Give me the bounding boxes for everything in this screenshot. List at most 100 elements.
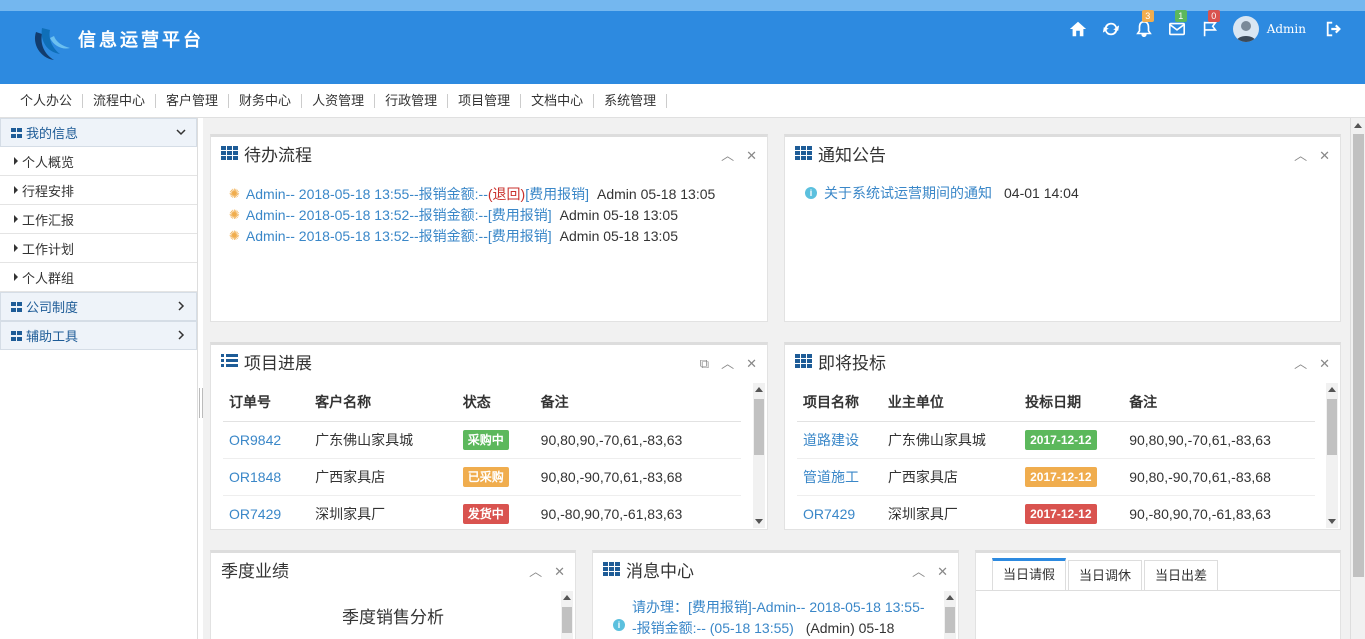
bell-icon[interactable]: 3: [1133, 10, 1155, 40]
order-link[interactable]: OR7429: [229, 506, 281, 522]
column-header: 备注: [534, 383, 741, 422]
close-icon[interactable]: ✕: [746, 357, 757, 370]
nav-item[interactable]: 文档中心: [521, 93, 595, 108]
collapse-icon[interactable]: ︿: [721, 357, 734, 370]
scroll-down-icon[interactable]: [755, 519, 763, 524]
message-panel-header: 消息中心 ︿ ✕: [593, 553, 958, 585]
external-link-icon[interactable]: ⧉: [700, 357, 709, 370]
notice-time: 04-01 14:04: [1004, 185, 1079, 201]
note-cell: 90,80,90,-70,61,-83,63: [1123, 421, 1315, 459]
sidebar-item[interactable]: 工作计划: [0, 234, 197, 263]
flag-badge: 0: [1207, 10, 1220, 22]
scroll-thumb[interactable]: [1327, 399, 1337, 455]
sidebar-group-my-info[interactable]: 我的信息: [0, 118, 197, 147]
sidebar-item[interactable]: 个人概览: [0, 147, 197, 176]
todo-link[interactable]: Admin-- 2018-05-18 13:52--报销金额:--: [246, 226, 488, 246]
message-link[interactable]: 请办理：[费用报销]-Admin-- 2018-05-18 13:55-: [632, 597, 925, 618]
todo-link[interactable]: Admin-- 2018-05-18 13:55--报销金额:--: [246, 184, 488, 204]
nav-item[interactable]: 个人办公: [10, 93, 84, 108]
nav-item[interactable]: 流程中心: [83, 93, 157, 108]
tab-comp-off[interactable]: 当日调休: [1068, 560, 1143, 590]
client-cell: 广西家具店: [309, 458, 457, 496]
scroll-up-icon[interactable]: [1328, 387, 1336, 392]
scroll-up-icon[interactable]: [946, 595, 954, 600]
user-name[interactable]: Admin: [1267, 22, 1306, 36]
note-cell: 90,-80,90,70,-61,83,63: [534, 495, 741, 529]
collapse-icon[interactable]: ︿: [721, 149, 734, 162]
scroll-thumb[interactable]: [562, 607, 572, 633]
collapse-icon[interactable]: ︿: [912, 565, 925, 578]
scroll-up-icon[interactable]: [1354, 123, 1362, 128]
message-scrollbar[interactable]: [944, 591, 956, 639]
quarter-scrollbar[interactable]: [561, 591, 573, 639]
page-scrollbar[interactable]: [1350, 118, 1365, 639]
list-item[interactable]: ✺ Admin-- 2018-05-18 13:52--报销金额:-- [费用报…: [229, 225, 767, 246]
project-link[interactable]: 道路建设: [803, 432, 859, 448]
tab-business-trip[interactable]: 当日出差: [1144, 560, 1219, 590]
close-icon[interactable]: ✕: [746, 149, 757, 162]
home-icon[interactable]: [1067, 18, 1089, 40]
panel-title: 待办流程: [244, 145, 312, 165]
close-icon[interactable]: ✕: [1319, 149, 1330, 162]
project-link[interactable]: OR7429: [803, 506, 855, 522]
sidebar-item[interactable]: 个人群组: [0, 263, 197, 292]
nav-item[interactable]: 系统管理: [594, 93, 668, 108]
sun-icon: ✺: [229, 227, 240, 243]
client-cell: 广东佛山家具城: [309, 421, 457, 459]
tab-leave[interactable]: 当日请假: [992, 558, 1067, 590]
scroll-down-icon[interactable]: [1328, 519, 1336, 524]
user-avatar[interactable]: [1232, 16, 1259, 42]
sidebar-item-label: 行程安排: [22, 183, 75, 199]
project-link[interactable]: 管道施工: [803, 469, 859, 485]
list-item[interactable]: ✺ Admin-- 2018-05-18 13:52--报销金额:-- [费用报…: [229, 204, 767, 225]
sidebar-item[interactable]: 工作汇报: [0, 205, 197, 234]
bidding-scrollbar[interactable]: [1326, 383, 1338, 528]
close-icon[interactable]: ✕: [554, 565, 565, 578]
order-link[interactable]: OR1848: [229, 469, 281, 485]
todo-link[interactable]: Admin-- 2018-05-18 13:52--报销金额:--: [246, 205, 488, 225]
panel-title: 季度业绩: [221, 561, 289, 581]
sidebar-item[interactable]: 行程安排: [0, 176, 197, 205]
todo-type[interactable]: [费用报销]: [488, 205, 552, 225]
scroll-up-icon[interactable]: [755, 387, 763, 392]
panel-title: 项目进展: [244, 353, 312, 373]
sidebar-group-tools[interactable]: 辅助工具: [0, 321, 197, 350]
list-item[interactable]: i 关于系统试运营期间的通知 04-01 14:04: [785, 169, 1340, 203]
caret-right-icon: [14, 157, 18, 165]
chevron-down-icon: [176, 129, 186, 136]
scroll-thumb[interactable]: [754, 399, 764, 455]
close-icon[interactable]: ✕: [937, 565, 948, 578]
order-link[interactable]: OR9842: [229, 432, 281, 448]
collapse-icon[interactable]: ︿: [1294, 357, 1307, 370]
mail-icon[interactable]: 1: [1166, 10, 1188, 40]
notice-link[interactable]: 关于系统试运营期间的通知: [824, 183, 992, 203]
scroll-thumb[interactable]: [1353, 134, 1364, 577]
refresh-icon[interactable]: [1100, 18, 1122, 40]
list-item[interactable]: ✺ Admin-- 2018-05-18 13:55--报销金额:-- (退回)…: [229, 183, 767, 204]
collapse-icon[interactable]: ︿: [529, 565, 542, 578]
top-header: 信息运营平台 3 1 0 Admin: [0, 0, 1365, 84]
todo-type[interactable]: [费用报销]: [488, 226, 552, 246]
nav-item[interactable]: 项目管理: [448, 93, 522, 108]
list-item[interactable]: i 请办理：[费用报销]-Admin-- 2018-05-18 13:55- -…: [593, 585, 958, 639]
nav-item[interactable]: 人资管理: [302, 93, 376, 108]
message-link[interactable]: -报销金额:-- (05-18 13:55): [632, 620, 794, 636]
quarter-panel: 季度业绩 ︿ ✕ 季度销售分析: [210, 550, 576, 639]
scroll-thumb[interactable]: [945, 607, 955, 633]
grid-icon: [795, 354, 812, 368]
sidebar-group-company-rules[interactable]: 公司制度: [0, 292, 197, 321]
nav-item[interactable]: 客户管理: [156, 93, 230, 108]
nav-item[interactable]: 行政管理: [375, 93, 449, 108]
logout-icon[interactable]: [1323, 18, 1345, 40]
nav-item[interactable]: 财务中心: [229, 93, 303, 108]
flag-icon[interactable]: 0: [1199, 10, 1221, 40]
todo-type[interactable]: [费用报销]: [525, 184, 589, 204]
client-cell: 深圳家具厂: [309, 495, 457, 529]
collapse-icon[interactable]: ︿: [1294, 149, 1307, 162]
progress-scrollbar[interactable]: [753, 383, 765, 528]
table-row: OR7429 深圳家具厂 2017-12-12 90,-80,90,70,-61…: [797, 495, 1315, 529]
scroll-up-icon[interactable]: [563, 595, 571, 600]
close-icon[interactable]: ✕: [1319, 357, 1330, 370]
sidebar-item-label: 个人概览: [22, 154, 75, 170]
table-row: OR7429 深圳家具厂 发货中 90,-80,90,70,-61,83,63: [223, 495, 741, 529]
